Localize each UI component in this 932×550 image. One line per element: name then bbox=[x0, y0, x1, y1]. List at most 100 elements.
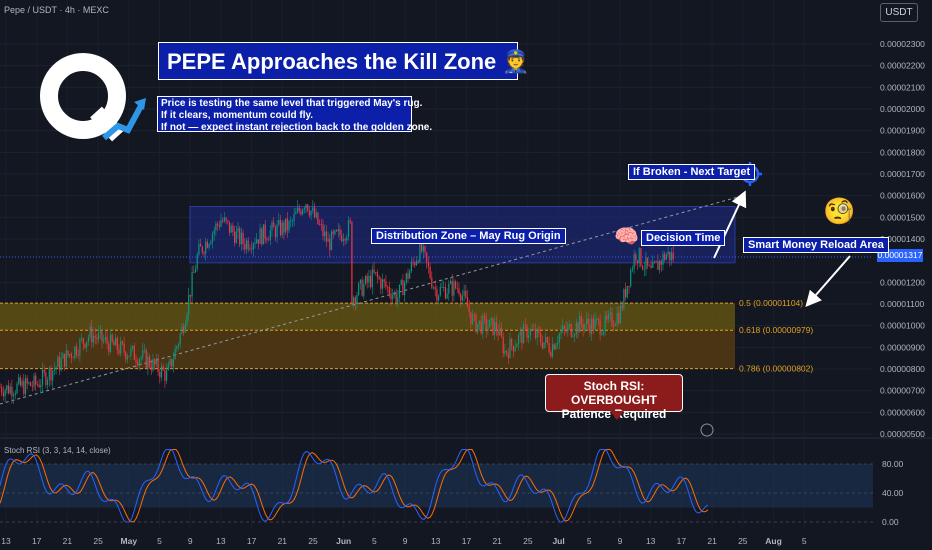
candle-body bbox=[164, 370, 166, 381]
candle-body bbox=[460, 294, 462, 301]
brain-icon: 🧠 bbox=[614, 226, 639, 248]
candle-body bbox=[252, 243, 254, 250]
candle-body bbox=[276, 224, 278, 238]
candle-body bbox=[329, 238, 331, 251]
y-tick-label: 0.00000900 bbox=[880, 342, 925, 352]
candle-body bbox=[249, 248, 251, 250]
smart-money-label: Smart Money Reload Area bbox=[743, 237, 889, 253]
candle-body bbox=[550, 352, 552, 357]
candle-body bbox=[159, 371, 161, 378]
candle-body bbox=[7, 385, 10, 394]
candle-body bbox=[480, 320, 482, 334]
candle-body bbox=[87, 337, 89, 342]
candle-body bbox=[485, 317, 487, 331]
candle-body bbox=[121, 341, 123, 344]
candle-body bbox=[347, 220, 350, 237]
candle-body bbox=[23, 380, 25, 395]
next-target-label: If Broken - Next Target bbox=[628, 164, 756, 180]
candle-body bbox=[77, 355, 79, 356]
candle-body bbox=[288, 221, 290, 231]
candle-body bbox=[113, 341, 115, 346]
candle-body bbox=[528, 335, 530, 338]
candle-body bbox=[228, 221, 231, 233]
candle-body bbox=[120, 341, 122, 354]
symbol-header[interactable]: Pepe / USDT · 4h · MEXC bbox=[4, 5, 109, 15]
candle-body bbox=[477, 323, 479, 333]
candle-body bbox=[264, 224, 266, 239]
candle-body bbox=[337, 229, 339, 232]
stoch-warning-box: Stoch RSI: OVERBOUGHT Patience Required bbox=[545, 374, 683, 421]
candle-body bbox=[529, 329, 531, 336]
candle-body bbox=[492, 318, 494, 335]
candle-body bbox=[618, 312, 620, 323]
candle-body bbox=[364, 276, 367, 285]
candle-body bbox=[188, 294, 190, 315]
candle-body bbox=[599, 320, 601, 335]
candle-body bbox=[375, 272, 377, 273]
candle-body bbox=[635, 254, 637, 261]
candle-body bbox=[468, 307, 470, 313]
x-tick-label: 17 bbox=[677, 536, 687, 546]
y-tick-label: 0.00000500 bbox=[880, 429, 925, 439]
candle-body bbox=[177, 344, 180, 347]
candle-body bbox=[483, 315, 486, 318]
candle-body bbox=[336, 230, 338, 232]
candle-body bbox=[631, 268, 633, 271]
candle-body bbox=[203, 252, 205, 254]
y-tick-label: 0.00001900 bbox=[880, 126, 925, 136]
chart-canvas: 0.5 (0.00001104) 0.618 (0.00000979) 0.786 … bbox=[0, 0, 932, 550]
stoch-warning-pointer bbox=[610, 411, 624, 420]
candle-body bbox=[370, 275, 372, 288]
candle-body bbox=[587, 318, 589, 325]
x-tick-label: 17 bbox=[462, 536, 472, 546]
candle-body bbox=[222, 220, 224, 222]
candle-body bbox=[210, 242, 212, 245]
candle-body bbox=[205, 241, 207, 254]
candle-body bbox=[395, 292, 397, 303]
candle-body bbox=[92, 335, 95, 343]
candle-body bbox=[279, 220, 282, 236]
info-line-3: If not — expect instant rejection back t… bbox=[161, 122, 433, 133]
candle-body bbox=[137, 362, 139, 365]
stoch-warning-line-1: Stoch RSI: OVERBOUGHT bbox=[570, 379, 657, 407]
candle-body bbox=[436, 289, 438, 301]
stoch-rsi-label[interactable]: Stoch RSI (3, 3, 14, 14, close) bbox=[4, 446, 111, 455]
candle-body bbox=[589, 324, 591, 334]
x-tick-label: 5 bbox=[372, 536, 377, 546]
candle-body bbox=[118, 349, 120, 354]
candle-body bbox=[523, 324, 525, 344]
candle-body bbox=[166, 370, 168, 381]
candle-body bbox=[482, 315, 484, 334]
candle-body bbox=[619, 305, 622, 323]
candle-body bbox=[592, 318, 594, 330]
candle-body bbox=[317, 212, 319, 224]
candle-body bbox=[31, 385, 33, 387]
x-tick-label: 25 bbox=[738, 536, 748, 546]
candle-body bbox=[26, 378, 28, 384]
x-tick-label: May bbox=[121, 536, 138, 546]
candle-body bbox=[273, 222, 275, 228]
candle-body bbox=[183, 326, 185, 333]
candle-body bbox=[154, 359, 156, 365]
candle-body bbox=[152, 359, 154, 371]
candle-body bbox=[405, 273, 407, 283]
candle-body bbox=[584, 324, 586, 330]
candle-body bbox=[643, 268, 645, 270]
candle-body bbox=[497, 330, 499, 336]
currency-button[interactable]: USDT bbox=[880, 3, 918, 22]
candle-body bbox=[548, 342, 550, 353]
candle-body bbox=[256, 239, 258, 244]
distribution-zone-label: Distribution Zone – May Rug Origin bbox=[371, 228, 566, 244]
x-tick-label: 25 bbox=[308, 536, 318, 546]
candle-body bbox=[58, 357, 61, 370]
candle-body bbox=[664, 254, 666, 260]
y-tick-label: 0.00002100 bbox=[880, 82, 925, 92]
monocle-icon: 🧐 bbox=[823, 196, 856, 226]
candle-body bbox=[397, 297, 399, 303]
x-axis[interactable]: 13 17 21 25 May 5 9 13 17 21 25 Jun 5 9 13 17 21 25 Jul 5 9 1… bbox=[1, 536, 807, 546]
candle-body bbox=[312, 207, 314, 211]
candle-body bbox=[500, 327, 503, 337]
candle-body bbox=[230, 225, 232, 233]
candle-body bbox=[538, 329, 540, 334]
candle-body bbox=[198, 243, 200, 255]
